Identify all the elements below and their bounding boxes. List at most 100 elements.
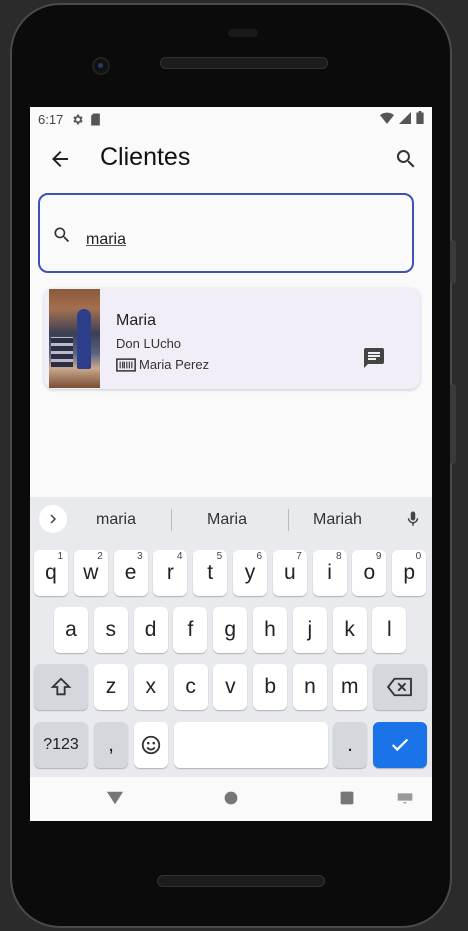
key-l[interactable]: l (372, 607, 407, 653)
client-store: Don LUcho (116, 336, 182, 351)
nav-recents-icon[interactable] (339, 789, 355, 807)
key-hint: 1 (57, 551, 63, 562)
backspace-icon (386, 677, 412, 697)
key-a[interactable]: a (54, 607, 88, 653)
navigation-bar (30, 777, 432, 821)
key-h[interactable]: h (253, 607, 287, 653)
key-s[interactable]: s (93, 607, 128, 653)
page-title: Clientes (100, 143, 191, 171)
key-i[interactable]: i8 (312, 550, 347, 596)
shift-icon (50, 677, 72, 696)
space-key[interactable] (174, 722, 328, 768)
key-z[interactable]: z (94, 664, 128, 710)
key-label: w (83, 561, 99, 584)
proximity-sensor (228, 29, 258, 37)
client-owner-name: Maria Perez (139, 357, 210, 372)
key-b[interactable]: b (253, 664, 288, 710)
key-v[interactable]: v (213, 664, 248, 710)
key-label: t (207, 561, 214, 584)
emoji-icon (141, 735, 161, 755)
message-icon[interactable] (362, 346, 386, 370)
key-label: q (45, 561, 57, 584)
key-u[interactable]: u7 (272, 550, 307, 596)
key-r[interactable]: r4 (153, 550, 188, 596)
key-label: u (283, 561, 296, 584)
suggestion-3[interactable]: Mariah (313, 511, 362, 529)
key-hint: 8 (336, 551, 342, 562)
suggestion-2[interactable]: Maria (207, 511, 247, 529)
wifi-icon (380, 112, 394, 124)
barcode-icon (116, 357, 136, 372)
key-c[interactable]: c (173, 664, 208, 710)
key-hint: 9 (375, 551, 382, 562)
store-photo (49, 289, 100, 388)
screen: 6:17 Clientes maria Maria Don LUcho Mari… (30, 107, 432, 821)
suggestion-1[interactable]: maria (96, 511, 136, 529)
suggestion-divider (288, 509, 289, 531)
back-arrow-icon[interactable] (48, 147, 72, 171)
key-label: i (327, 561, 332, 584)
key-hint: 7 (296, 551, 302, 562)
search-input-value: maria (86, 231, 127, 248)
emoji-key[interactable] (134, 722, 168, 768)
key-p[interactable]: p0 (392, 550, 427, 596)
chevron-right-icon (50, 514, 57, 524)
client-card[interactable]: Maria Don LUcho Maria Perez (44, 288, 420, 389)
key-k[interactable]: k (332, 607, 367, 653)
soft-keyboard: maria Maria Mariah q1w2e3r4t5y6u7i8o9p0 … (30, 497, 432, 777)
key-hint: 3 (137, 551, 143, 562)
search-input[interactable]: maria (38, 193, 414, 273)
key-f[interactable]: f (173, 607, 208, 653)
checkmark-icon (391, 738, 409, 752)
key-j[interactable]: j (292, 607, 327, 653)
key-g[interactable]: g (213, 607, 248, 653)
search-icon[interactable] (394, 147, 418, 171)
settings-icon (73, 114, 84, 124)
shift-key[interactable] (34, 664, 88, 710)
key-label: p (403, 561, 416, 584)
done-key[interactable] (373, 722, 427, 768)
key-w[interactable]: w2 (73, 550, 108, 596)
comma-key[interactable]: , (94, 722, 128, 768)
status-bar: 6:17 (30, 107, 432, 131)
key-hint: 6 (256, 551, 262, 562)
key-e[interactable]: e3 (113, 550, 148, 596)
key-o[interactable]: o9 (352, 550, 387, 596)
suggestion-divider (171, 509, 172, 531)
bottom-speaker (157, 875, 325, 887)
app-bar: Clientes (30, 131, 432, 187)
suggestion-strip: maria Maria Mariah (30, 497, 432, 541)
key-label: r (166, 561, 174, 584)
search-field-icon (54, 227, 70, 243)
client-name: Maria (116, 312, 157, 329)
symbols-key[interactable]: ?123 (34, 722, 88, 768)
key-hint: 4 (176, 551, 183, 562)
store-photo-mannequin (77, 309, 91, 369)
period-key[interactable]: . (333, 722, 367, 768)
status-time: 6:17 (38, 111, 64, 127)
key-hint: 0 (415, 551, 422, 562)
key-q[interactable]: q1 (34, 550, 68, 596)
key-x[interactable]: x (133, 664, 168, 710)
key-d[interactable]: d (133, 607, 168, 653)
microphone-icon[interactable] (404, 509, 422, 529)
key-label: o (363, 561, 376, 584)
expand-suggestions-button[interactable] (39, 505, 67, 533)
volume-button (450, 384, 456, 464)
keyboard-switch-icon[interactable] (397, 791, 413, 805)
nav-back-icon[interactable] (106, 789, 124, 807)
key-hint: 5 (216, 551, 223, 562)
backspace-key[interactable] (373, 664, 427, 710)
earpiece-speaker (160, 57, 328, 69)
client-owner: Maria Perez (116, 357, 209, 372)
key-t[interactable]: t5 (193, 550, 228, 596)
battery-icon (416, 111, 424, 124)
key-n[interactable]: n (293, 664, 327, 710)
signal-icon (399, 111, 411, 124)
store-photo-shelf (51, 337, 73, 367)
front-camera (92, 57, 110, 75)
nav-home-icon[interactable] (223, 789, 239, 807)
key-y[interactable]: y6 (233, 550, 267, 596)
sd-card-icon (91, 113, 101, 125)
key-m[interactable]: m (332, 664, 367, 710)
